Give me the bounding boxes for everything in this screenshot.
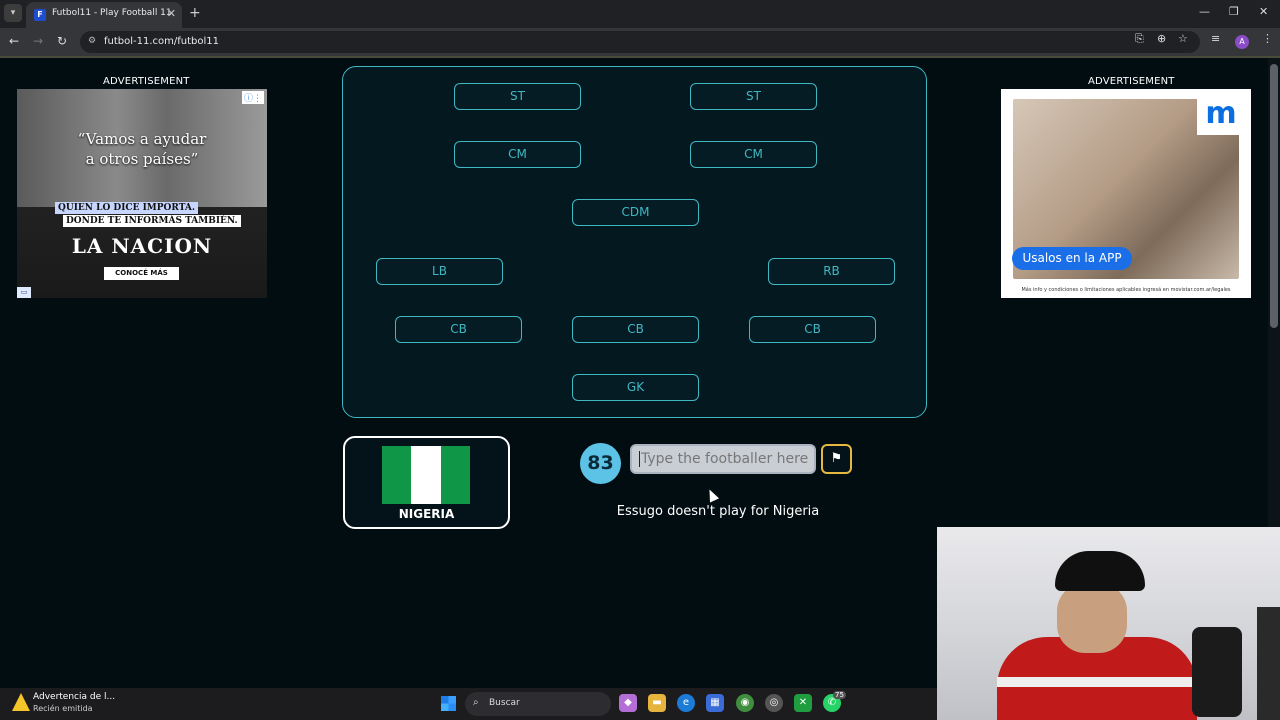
give-up-flag-button[interactable]: ⚑ bbox=[821, 444, 852, 474]
ad-quote: “Vamos a ayudar a otros países” bbox=[77, 130, 207, 168]
chrome-icon[interactable]: ◉ bbox=[736, 694, 754, 712]
ad-tagline-1: QUIEN LO DICE IMPORTA. bbox=[55, 202, 199, 214]
browser-tab[interactable]: F Futbol11 - Play Football 11 ✕ bbox=[26, 2, 182, 28]
windows-taskbar: Advertencia de l... Recién emitida ⌕ Bus… bbox=[0, 688, 937, 720]
reading-list-icon[interactable]: ≡ bbox=[1211, 32, 1220, 45]
store-icon[interactable]: ▦ bbox=[706, 694, 724, 712]
flag-stripe-middle bbox=[411, 446, 441, 504]
webcam-shirt-stripe bbox=[997, 677, 1197, 687]
ad-tagline-2: DONDE TE INFORMÁS TAMBIÉN. bbox=[63, 215, 241, 227]
ad-banner-left[interactable]: “Vamos a ayudar a otros países” QUIEN LO… bbox=[17, 89, 267, 298]
ad-brand: LA NACION bbox=[71, 234, 213, 258]
address-bar[interactable]: ⚙ futbol-11.com/futbol11 bbox=[80, 31, 1200, 53]
position-slot-st-2[interactable]: ST bbox=[690, 83, 817, 110]
forward-icon[interactable]: → bbox=[33, 34, 43, 48]
remaining-counter: 83 bbox=[580, 443, 621, 484]
webcam-overlay bbox=[937, 527, 1280, 720]
flag-stripe-right bbox=[440, 446, 470, 504]
ad-info-icon[interactable]: ⓘ⋮ bbox=[241, 91, 264, 104]
ad-cta-button[interactable]: CONOCÉ MÁS bbox=[104, 267, 179, 280]
zoom-icon[interactable]: ⊕ bbox=[1157, 32, 1166, 45]
futbol11-favicon-icon: F bbox=[34, 9, 46, 21]
mouse-cursor-icon bbox=[704, 487, 720, 503]
movistar-logo: m bbox=[1197, 95, 1245, 135]
obs-icon[interactable]: ◎ bbox=[765, 694, 783, 712]
ad-label-right: ADVERTISEMENT bbox=[1088, 76, 1175, 87]
file-explorer-icon[interactable]: ▬ bbox=[648, 694, 666, 712]
edge-icon[interactable]: e bbox=[677, 694, 695, 712]
divider bbox=[0, 56, 1280, 58]
new-tab-icon[interactable]: + bbox=[189, 5, 201, 21]
scrollbar-thumb[interactable] bbox=[1270, 64, 1278, 328]
close-tab-icon[interactable]: ✕ bbox=[167, 7, 176, 20]
tab-search-icon[interactable]: ▾ bbox=[4, 4, 22, 22]
xbox-icon[interactable]: ✕ bbox=[794, 694, 812, 712]
ad-cta-button[interactable]: Usalos en la APP bbox=[1012, 247, 1132, 270]
feedback-message: Essugo doesn't play for Nigeria bbox=[616, 504, 820, 519]
footballer-input[interactable] bbox=[630, 444, 816, 474]
ad-label-left: ADVERTISEMENT bbox=[103, 76, 190, 87]
minimize-icon[interactable]: — bbox=[1199, 5, 1210, 18]
tab-bar: ▾ F Futbol11 - Play Football 11 ✕ + — ❐ … bbox=[0, 0, 1280, 28]
restore-icon[interactable]: ❐ bbox=[1229, 5, 1239, 18]
position-slot-gk[interactable]: GK bbox=[572, 374, 699, 401]
country-name: NIGERIA bbox=[398, 507, 455, 521]
nigeria-flag-icon bbox=[382, 446, 470, 504]
country-card: NIGERIA bbox=[343, 436, 510, 529]
ad-banner-right[interactable]: m Usalos en la APP Más info y condicione… bbox=[1001, 89, 1251, 298]
copilot-icon[interactable]: ◆ bbox=[619, 694, 637, 712]
taskbar-search-label: Buscar bbox=[489, 698, 520, 708]
start-windows-icon[interactable] bbox=[441, 696, 456, 711]
position-slot-cdm[interactable]: CDM bbox=[572, 199, 699, 226]
taskbar-search[interactable]: ⌕ Buscar bbox=[465, 692, 611, 716]
ad-fine-print: Más info y condiciones o limitaciones ap… bbox=[1021, 287, 1231, 293]
whatsapp-badge: 75 bbox=[833, 691, 846, 699]
position-slot-rb[interactable]: RB bbox=[768, 258, 895, 285]
text-caret bbox=[639, 451, 640, 467]
reload-icon[interactable]: ↻ bbox=[57, 34, 67, 48]
profile-avatar[interactable]: A bbox=[1235, 35, 1249, 49]
tab-title: Futbol11 - Play Football 11 bbox=[52, 8, 172, 18]
warning-icon[interactable] bbox=[12, 693, 30, 711]
more-menu-icon[interactable]: ⋮ bbox=[1262, 32, 1273, 45]
back-icon[interactable]: ← bbox=[9, 34, 19, 48]
close-window-icon[interactable]: ✕ bbox=[1259, 5, 1268, 18]
notification-subtitle: Recién emitida bbox=[33, 704, 93, 713]
flag-stripe-left bbox=[382, 446, 412, 504]
notification-title[interactable]: Advertencia de l... bbox=[33, 692, 115, 702]
pitch-formation bbox=[342, 66, 927, 418]
bookmark-star-icon[interactable]: ☆ bbox=[1178, 32, 1188, 45]
ad-choices-icon[interactable]: ▭ bbox=[17, 287, 31, 298]
search-icon: ⌕ bbox=[473, 697, 479, 708]
position-slot-st-1[interactable]: ST bbox=[454, 83, 581, 110]
browser-chrome: ▾ F Futbol11 - Play Football 11 ✕ + — ❐ … bbox=[0, 0, 1280, 58]
position-slot-cm-2[interactable]: CM bbox=[690, 141, 817, 168]
site-info-icon[interactable]: ⚙ bbox=[88, 36, 96, 46]
position-slot-cb-1[interactable]: CB bbox=[395, 316, 522, 343]
url-text: futbol-11.com/futbol11 bbox=[104, 36, 220, 47]
translate-icon[interactable]: ⎘ bbox=[1135, 32, 1144, 46]
position-slot-cb-3[interactable]: CB bbox=[749, 316, 876, 343]
navigation-bar: ← → ↻ ⚙ futbol-11.com/futbol11 ⎘ ⊕ ☆ ≡ A… bbox=[0, 28, 1280, 56]
position-slot-cm-1[interactable]: CM bbox=[454, 141, 581, 168]
webcam-person-cap bbox=[1055, 551, 1145, 591]
microphone-icon bbox=[1192, 627, 1242, 717]
position-slot-lb[interactable]: LB bbox=[376, 258, 503, 285]
position-slot-cb-2[interactable]: CB bbox=[572, 316, 699, 343]
webcam-person-face bbox=[1057, 583, 1127, 653]
webcam-background-rail bbox=[1257, 607, 1280, 720]
